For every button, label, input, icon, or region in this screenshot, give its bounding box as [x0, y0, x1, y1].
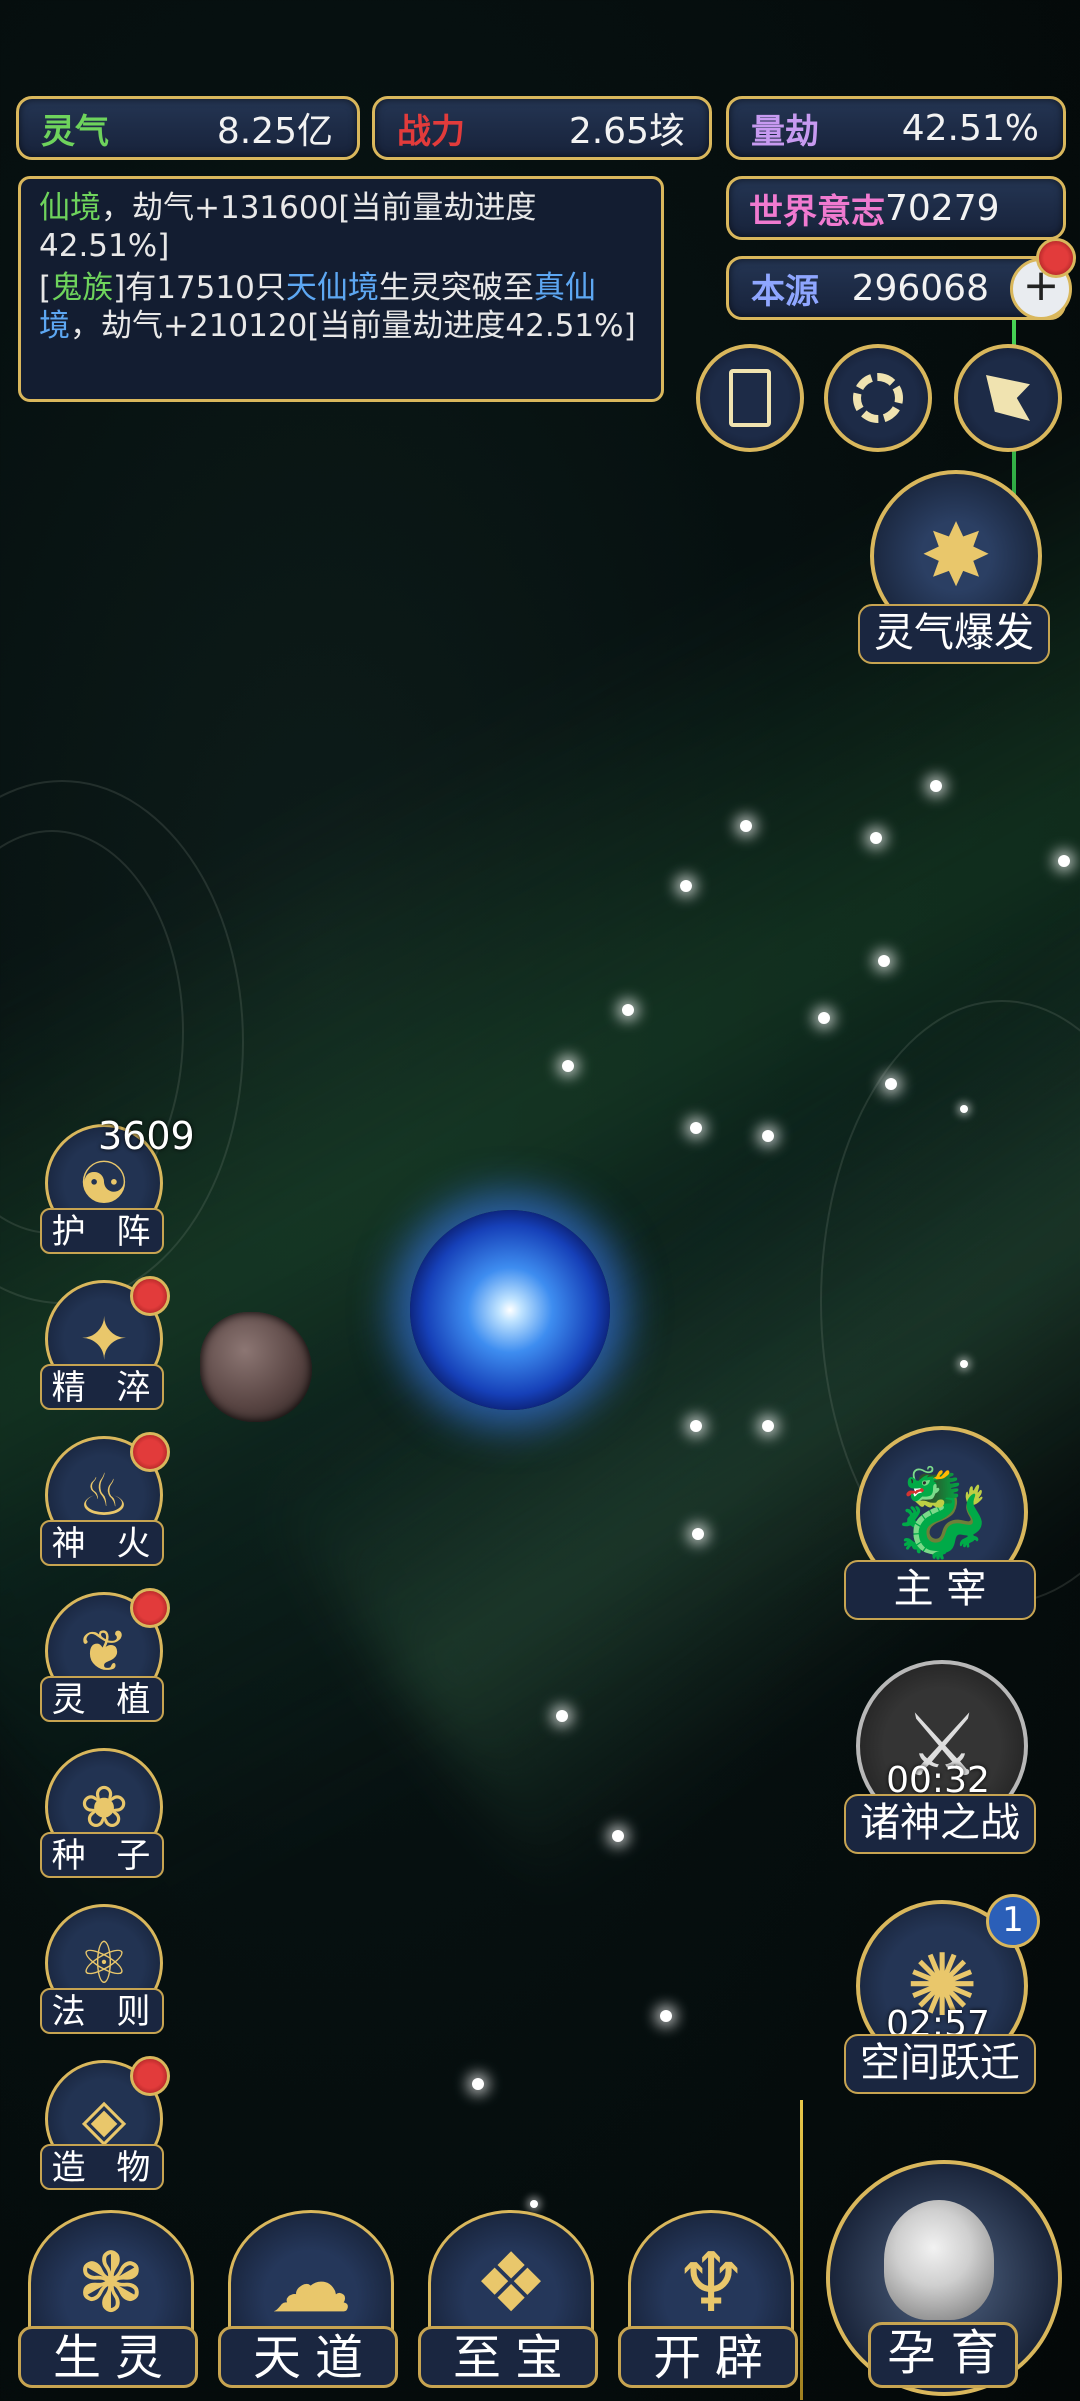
asteroid-rock[interactable] — [200, 1312, 312, 1422]
bottom-menu-kaipi-button[interactable]: ♆ 开辟 — [618, 2200, 798, 2400]
kongjian-yueqian-button[interactable]: ✺ 02:57 空间跃迁 1 — [838, 1894, 1040, 2100]
liangjie-stat: 量劫 42.51% — [726, 96, 1066, 160]
card-button[interactable] — [696, 344, 804, 452]
mother-child-icon — [884, 2200, 994, 2320]
liangjie-label: 量劫 — [751, 111, 819, 152]
liangjie-value: 42.51% — [901, 107, 1039, 149]
zhuzai-label: 主 宰 — [844, 1560, 1036, 1620]
notification-dot — [130, 1276, 170, 1316]
zhanli-label: 战力 — [397, 111, 465, 152]
notification-dot — [130, 2056, 170, 2096]
zhanli-stat: 战力 2.65垓 — [372, 96, 712, 160]
log-segment: 仙境 — [39, 190, 101, 226]
left-menu-label: 种 子 — [40, 1832, 164, 1878]
bottom-menu-tiandao-button[interactable]: ☁ 天道 — [218, 2200, 398, 2400]
count-badge: 3609 — [98, 1114, 195, 1158]
shijie-stat: 世界意志 70279 — [726, 176, 1066, 240]
benyuan-label: 本源 — [751, 271, 819, 312]
left-menu-faze-button[interactable]: ⚛ 法 则 — [40, 1904, 170, 2044]
lingqi-label: 灵气 — [41, 111, 109, 152]
yunyu-button[interactable]: 孕 育 — [818, 2160, 1062, 2396]
banner-icon — [986, 375, 1030, 421]
log-line: [鬼族]有17510只天仙境生灵突破至真仙境，劫气+210120[当前量劫进度4… — [39, 269, 643, 345]
log-segment: ，劫气+131600[当前量劫进度42.51%] — [39, 190, 537, 264]
log-segment: [ — [39, 270, 52, 306]
world-orb[interactable] — [410, 1210, 610, 1410]
left-menu-jingcui-button[interactable]: ✦ 精 淬 — [40, 1276, 170, 1420]
lingqi-stat: 灵气 8.25亿 — [16, 96, 360, 160]
bottom-menu-zhibao-button[interactable]: ❖ 至宝 — [418, 2200, 598, 2400]
log-line: 仙境，劫气+131600[当前量劫进度42.51%] — [39, 189, 643, 265]
left-menu-label: 神 火 — [40, 1520, 164, 1566]
left-menu-label: 护 阵 — [40, 1208, 164, 1254]
left-menu-zhongzi-button[interactable]: ❀ 种 子 — [40, 1748, 170, 1888]
bottom-menu-label: 至宝 — [418, 2326, 598, 2388]
left-menu-huzhen-button[interactable]: ☯ 护 阵 3609 — [40, 1114, 195, 1264]
notification-dot — [130, 1588, 170, 1628]
left-menu-zaowu-button[interactable]: ◈ 造 物 — [40, 2056, 170, 2200]
burst-label: 灵气爆发 — [858, 604, 1050, 664]
left-menu-lingzhi-button[interactable]: ❦ 灵 植 — [40, 1588, 170, 1732]
zhuzai-button[interactable]: 🐉 主 宰 — [838, 1426, 1038, 1626]
kongjian-label: 空间跃迁 — [844, 2034, 1036, 2094]
bottom-menu-label: 开辟 — [618, 2326, 798, 2388]
yunyu-label: 孕 育 — [868, 2322, 1018, 2388]
vortex-button[interactable] — [824, 344, 932, 452]
log-segment: 鬼族 — [51, 270, 114, 306]
shijie-label: 世界意志 — [749, 191, 885, 232]
left-menu-label: 造 物 — [40, 2144, 164, 2190]
bottom-menu-shengling-button[interactable]: ❃ 生灵 — [18, 2200, 198, 2400]
notification-dot — [130, 1432, 170, 1472]
zhanli-value: 2.65垓 — [568, 111, 685, 152]
bottom-menu-label: 天道 — [218, 2326, 398, 2388]
lingqi-burst-button[interactable]: ✸ 灵气爆发 — [852, 470, 1052, 670]
log-segment: ]有17510只 — [113, 270, 286, 306]
log-segment: 天仙境 — [285, 270, 379, 306]
left-menu-label: 精 淬 — [40, 1364, 164, 1410]
left-menu-shenhuo-button[interactable]: ♨ 神 火 — [40, 1432, 170, 1576]
log-segment: 生灵突破至 — [378, 270, 534, 306]
event-log: 仙境，劫气+131600[当前量劫进度42.51%] [鬼族]有17510只天仙境… — [18, 176, 664, 402]
zhushen-label: 诸神之战 — [844, 1794, 1036, 1854]
banner-button[interactable] — [954, 344, 1062, 452]
kongjian-count-badge: 1 — [986, 1894, 1040, 1948]
left-menu-label: 灵 植 — [40, 1676, 164, 1722]
zhushen-zhizhan-button[interactable]: ⚔ 00:32 诸神之战 — [838, 1660, 1038, 1860]
shijie-value: 70279 — [885, 187, 1000, 229]
benyuan-value: 296068 — [851, 267, 989, 309]
log-segment: ，劫气+210120[当前量劫进度42.51%] — [70, 308, 636, 344]
left-menu-label: 法 则 — [40, 1988, 164, 2034]
vortex-icon — [853, 373, 903, 423]
card-icon — [729, 369, 771, 427]
lingqi-value: 8.25亿 — [216, 111, 333, 152]
bottom-menu-label: 生灵 — [18, 2326, 198, 2388]
benyuan-notification-dot — [1036, 238, 1076, 278]
